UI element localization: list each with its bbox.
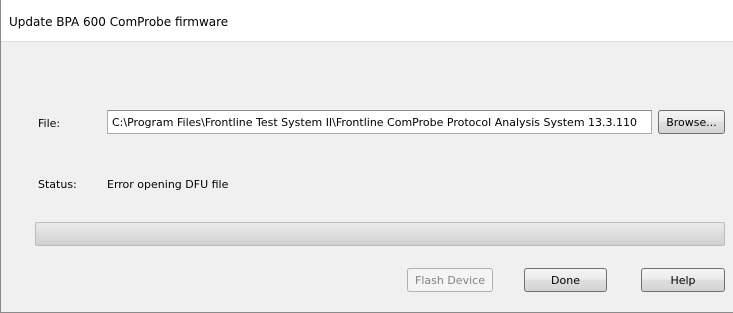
file-label: File: (38, 117, 61, 130)
browse-button[interactable]: Browse... (658, 110, 725, 134)
progress-bar (35, 222, 725, 246)
title-bar[interactable]: Update BPA 600 ComProbe firmware (1, 0, 733, 42)
file-path-input[interactable] (107, 110, 652, 134)
done-button[interactable]: Done (524, 268, 607, 292)
firmware-update-dialog: Update BPA 600 ComProbe firmware File: B… (0, 0, 733, 313)
status-text: Error opening DFU file (107, 178, 229, 191)
help-button[interactable]: Help (641, 268, 725, 292)
flash-device-button[interactable]: Flash Device (407, 268, 493, 292)
window-title: Update BPA 600 ComProbe firmware (9, 15, 229, 29)
status-label: Status: (38, 178, 77, 191)
